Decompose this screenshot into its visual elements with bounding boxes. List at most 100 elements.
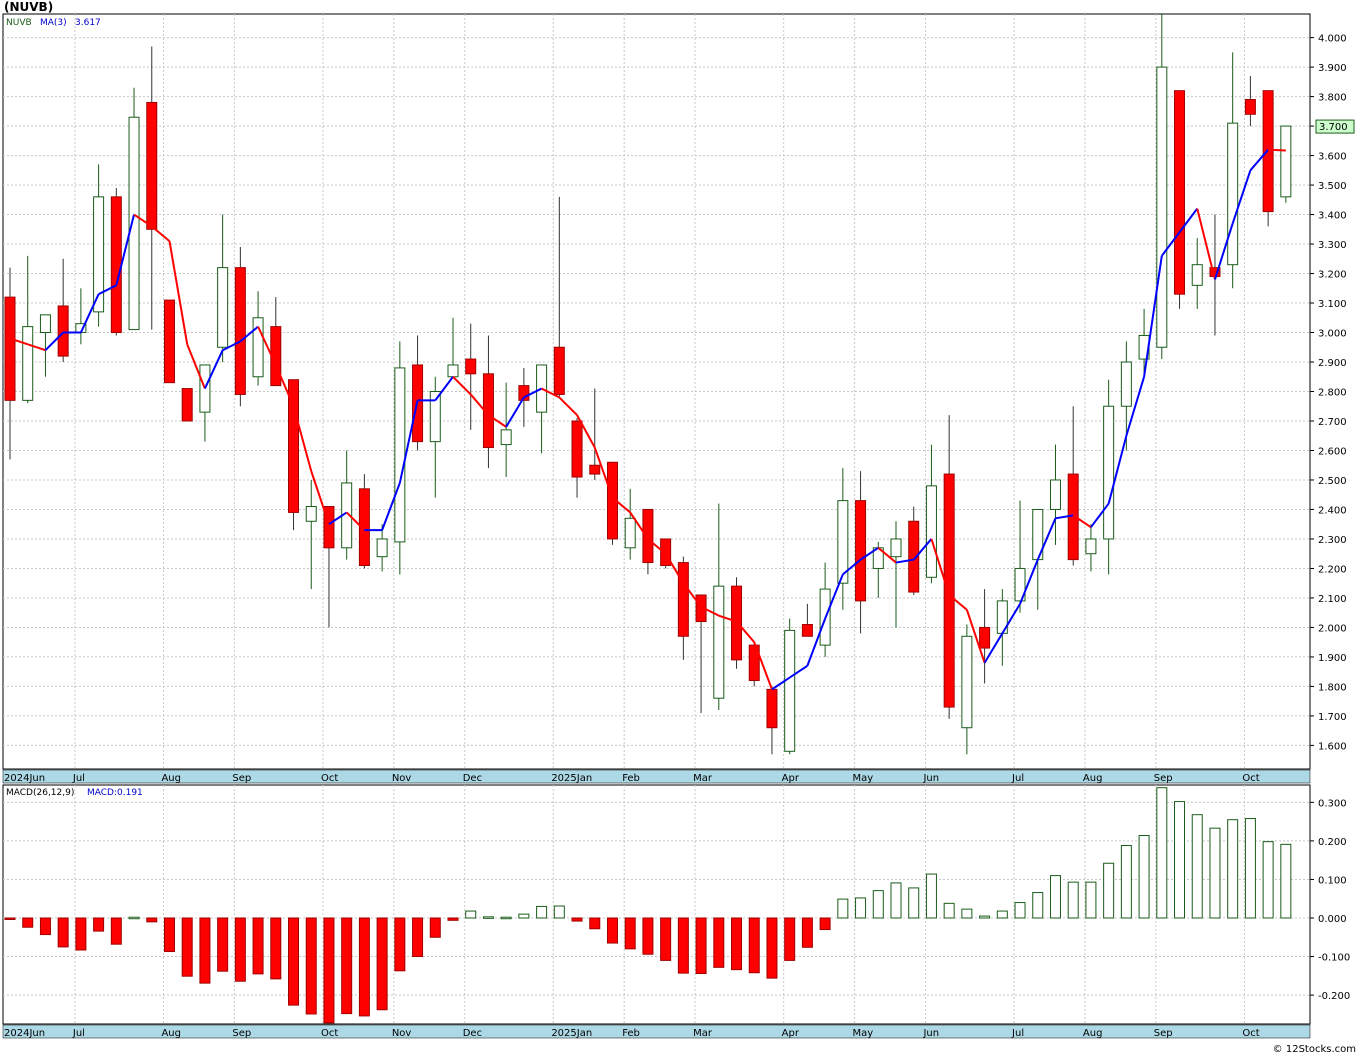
month-label: Sep — [1154, 773, 1173, 784]
stock-chart: 1.600 1.700 1.800 1.900 2.000 2.100 2.200 2.300… — [2, 13, 1355, 1039]
candle-body — [394, 367, 406, 543]
price-tick-label: 2.400 — [1318, 505, 1347, 516]
month-label: May — [853, 1028, 874, 1039]
month-label: Oct — [1242, 1028, 1259, 1039]
macd-bar — [536, 905, 548, 919]
month-label: Sep — [232, 773, 251, 784]
macd-bar — [1156, 787, 1168, 919]
candle-body — [1085, 538, 1097, 555]
macd-bar — [925, 873, 937, 919]
macd-bar — [1032, 892, 1044, 919]
month-label: Mar — [693, 773, 713, 784]
candle-body — [855, 500, 867, 602]
price-tick-label: 2.900 — [1318, 358, 1347, 369]
month-label: Jul — [72, 1028, 85, 1039]
price-tick-label: 3.200 — [1318, 270, 1347, 281]
macd-bar — [1138, 834, 1150, 919]
candle-body — [22, 326, 34, 401]
month-label: Sep — [232, 1028, 251, 1039]
month-label: 2025Jan — [551, 773, 592, 784]
price-tick-label: 1.900 — [1318, 653, 1347, 664]
price-tick-label: 3.500 — [1318, 181, 1347, 192]
month-label: Oct — [1242, 773, 1259, 784]
month-label: Oct — [321, 1028, 338, 1039]
price-tick-label: 3.300 — [1318, 240, 1347, 251]
candle-body — [677, 562, 689, 637]
candle-body — [642, 508, 654, 564]
macd-bar — [270, 917, 282, 980]
month-label: Sep — [1154, 1028, 1173, 1039]
macd-bar — [518, 913, 530, 919]
macd-bar — [1280, 843, 1292, 919]
macd-bar — [624, 917, 636, 950]
macd-bar — [323, 917, 335, 1024]
macd-bar — [305, 917, 317, 1015]
month-label: Nov — [392, 773, 412, 784]
macd-bar — [39, 917, 51, 936]
macd-bar — [1191, 814, 1203, 919]
macd-bar — [412, 917, 424, 958]
legend-symbol: NUVB — [6, 18, 32, 28]
candle-body — [589, 464, 601, 475]
candle-body — [1120, 361, 1132, 407]
month-label: Jun — [922, 1028, 939, 1039]
macd-bar — [979, 915, 991, 919]
macd-bar — [855, 897, 867, 919]
macd-bar — [713, 917, 725, 968]
macd-bar — [447, 917, 459, 921]
last-price-label: 3.700 — [1319, 122, 1348, 133]
macd-bar — [695, 917, 707, 975]
legend-ma-label: MA(3) — [40, 18, 67, 28]
macd-bar — [288, 917, 300, 1006]
macd-bar — [482, 916, 494, 919]
price-tick-label: 2.600 — [1318, 446, 1347, 457]
macd-tick-label: 0.100 — [1318, 875, 1347, 886]
month-label: Jul — [1011, 773, 1024, 784]
macd-date-axis — [2, 1024, 1311, 1039]
month-label: Apr — [782, 1028, 800, 1039]
macd-bar — [1103, 862, 1115, 919]
candle-body — [961, 635, 973, 729]
macd-bar — [1014, 902, 1026, 919]
macd-bar — [252, 917, 264, 975]
macd-bar — [1049, 875, 1061, 919]
candle-body — [713, 585, 725, 699]
candle-body — [660, 538, 672, 567]
month-label: May — [853, 773, 874, 784]
month-label: Dec — [463, 1028, 482, 1039]
price-tick-label: 1.700 — [1318, 712, 1347, 723]
macd-bar — [128, 916, 140, 920]
macd-bar — [908, 887, 920, 919]
candle-body — [234, 267, 246, 395]
macd-bar — [996, 910, 1008, 919]
candle-body — [801, 623, 813, 637]
credit-text: © 12Stocks.com — [1272, 1044, 1356, 1055]
macd-bar — [1244, 818, 1256, 919]
macd-bar — [358, 917, 370, 1017]
macd-bar — [1174, 801, 1186, 919]
macd-tick-label: 0.000 — [1318, 914, 1347, 925]
macd-bar — [606, 917, 618, 944]
macd-bar — [234, 917, 246, 982]
candle-body — [146, 101, 158, 230]
month-label: Mar — [693, 1028, 713, 1039]
candle-body — [447, 364, 459, 378]
macd-bar — [1067, 881, 1079, 919]
candle-body — [1103, 405, 1115, 540]
month-label: Jun — [922, 773, 939, 784]
macd-tick-label: -0.200 — [1318, 991, 1350, 1002]
macd-bar — [766, 917, 778, 979]
month-label: Dec — [463, 773, 482, 784]
macd-bar — [341, 917, 353, 1015]
macd-bar — [1120, 845, 1132, 919]
price-tick-label: 2.300 — [1318, 535, 1347, 546]
candle-body — [500, 429, 512, 446]
macd-tick-label: -0.100 — [1318, 953, 1350, 964]
candle-body — [1174, 90, 1186, 295]
price-tick-label: 2.200 — [1318, 564, 1347, 575]
candle-body — [784, 629, 796, 752]
candle-body — [110, 196, 122, 334]
macd-bar — [146, 917, 158, 923]
candle-body — [979, 626, 991, 649]
price-tick-label: 3.100 — [1318, 299, 1347, 310]
